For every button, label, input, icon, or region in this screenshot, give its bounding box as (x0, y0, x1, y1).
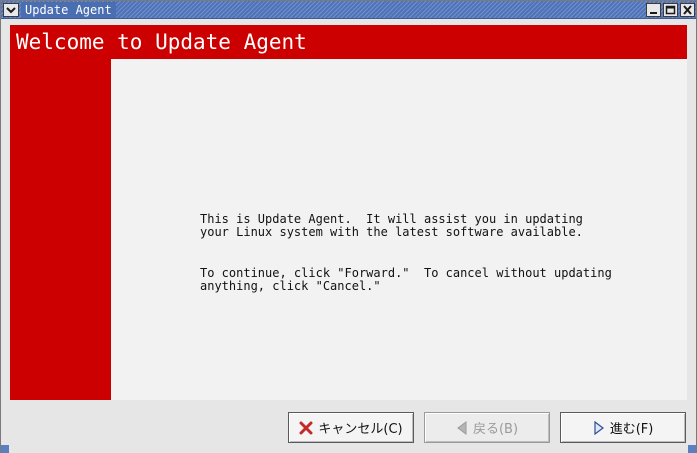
back-button-label: 戻る(B) (472, 422, 519, 437)
message-line: your Linux system with the latest softwa… (200, 225, 583, 239)
chevron-down-icon[interactable] (3, 3, 19, 17)
message-line: anything, click "Cancel." (200, 279, 381, 293)
page-title: Welcome to Update Agent (16, 30, 307, 54)
minimize-icon[interactable] (646, 3, 661, 17)
cancel-x-icon (299, 421, 313, 435)
cancel-button-label: キャンセル(C) (318, 422, 403, 437)
resize-corner-left[interactable] (1, 445, 9, 453)
resize-corner-right[interactable] (688, 445, 696, 453)
message-line: This is Update Agent. It will assist you… (200, 212, 583, 226)
back-button[interactable]: 戻る(B) (424, 412, 550, 443)
forward-arrow-icon (593, 420, 605, 435)
title-bar[interactable]: Update Agent (1, 1, 696, 19)
window-title: Update Agent (21, 2, 116, 18)
welcome-message: This is Update Agent. It will assist you… (200, 187, 612, 347)
side-banner (10, 59, 111, 400)
message-line: To continue, click "Forward." To cancel … (200, 266, 612, 280)
wizard-content: Welcome to Update Agent This is Update A… (10, 25, 687, 400)
cancel-button[interactable]: キャンセル(C) (288, 412, 414, 443)
forward-button[interactable]: 進む(F) (560, 412, 686, 443)
forward-button-label: 進む(F) (609, 422, 654, 437)
close-icon[interactable] (680, 3, 695, 17)
maximize-icon[interactable] (663, 3, 678, 17)
header-banner: Welcome to Update Agent (10, 25, 687, 59)
back-arrow-icon (456, 420, 468, 435)
update-agent-window: Update Agent Welcome to Update Agent Thi… (0, 0, 697, 453)
window-bottom-edge (1, 447, 696, 453)
